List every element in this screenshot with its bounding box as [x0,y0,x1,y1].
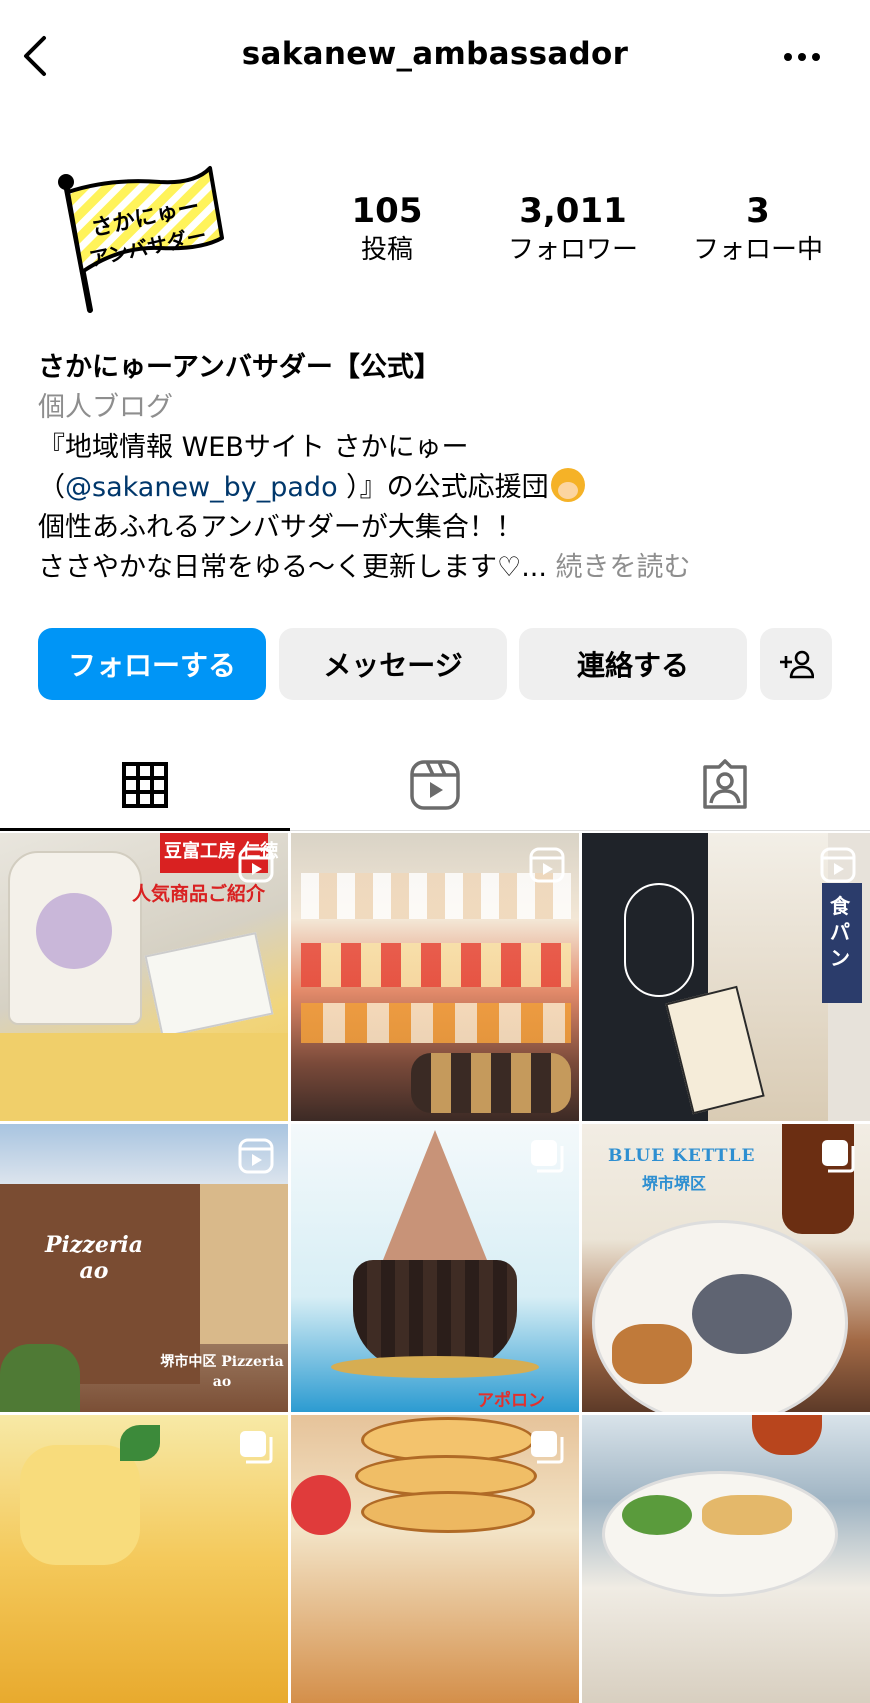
post-tile[interactable] [0,1415,288,1703]
post-tile[interactable] [291,1415,579,1703]
bio-paren-open: （ [38,472,65,503]
carousel-badge-icon [822,1140,855,1173]
posts-count-label: 投稿 [360,235,413,265]
carousel-badge-icon [240,1431,273,1464]
bio-line-text: ささやかな日常をゆる〜く更新します♡... [38,552,547,583]
active-tab-indicator [0,828,290,831]
followers-count-value: 3,011 [519,191,627,231]
profile-avatar[interactable]: さかにゅー アンバサダー [50,160,240,320]
post-caption: 人気商品ご紹介 [132,883,266,905]
tagged-icon [703,759,747,809]
carousel-badge-icon [531,1431,564,1464]
following-count-label: フォロー中 [692,235,823,265]
profile-bio: さかにゅーアンバサダー【公式】 個人ブログ 『地域情報 WEBサイト さかにゅー… [38,348,838,588]
profile-username: sakanew_ambassador [241,36,629,72]
tab-reels[interactable] [290,740,580,830]
reel-badge-icon [820,847,856,883]
follow-button[interactable]: フォローする [38,628,266,700]
post-caption: アポロン [477,1391,545,1411]
tab-tagged[interactable] [580,740,870,830]
tab-divider [290,830,870,831]
post-caption: BLUE KETTLE [608,1146,756,1166]
post-tile[interactable]: 食パン [582,833,870,1121]
tab-posts-grid[interactable] [0,740,290,830]
carousel-badge-icon [531,1140,564,1173]
bio-paren-close: ）』の公式応援団 [337,472,549,503]
post-tile[interactable]: BLUE KETTLE 堺市堺区 [582,1124,870,1412]
reels-icon [410,760,460,810]
followers-count-label: フォロワー [507,235,638,265]
post-caption: 堺市中区 Pizzeria ao [160,1354,284,1390]
followers-count[interactable]: 3,011 フォロワー [488,192,658,268]
read-more-link[interactable]: 続きを読む [547,552,691,583]
post-caption: Pizzeria ao [44,1232,144,1284]
post-tile[interactable] [582,1415,870,1703]
more-options-icon[interactable] [784,50,824,64]
grid-icon [122,762,168,808]
message-button[interactable]: メッセージ [279,628,507,700]
post-tile[interactable]: アポロン [291,1124,579,1412]
contact-button[interactable]: 連絡する [519,628,747,700]
bio-line-last: ささやかな日常をゆる〜く更新します♡... 続きを読む [38,548,838,588]
post-tile[interactable]: Pizzeria ao 堺市中区 Pizzeria ao [0,1124,288,1412]
bio-line: 『地域情報 WEBサイト さかにゅー [38,432,469,463]
add-user-icon [780,650,814,679]
posts-count-value: 105 [351,191,423,231]
post-caption: 堺市堺区 [642,1174,707,1193]
post-caption: 食パン [830,894,850,970]
profile-category: 個人ブログ [38,392,173,423]
post-grid: 豆富工房 仁徳 人気商品ご紹介 食パン Pizzeria ao 堺市中区 Piz… [0,833,870,1703]
posts-count[interactable]: 105 投稿 [302,192,472,268]
person-emoji-icon [550,468,585,502]
post-tile[interactable]: 豆富工房 仁徳 人気商品ご紹介 [0,833,288,1121]
bio-line: 個性あふれるアンバサダーが大集合！！ [38,512,523,543]
following-count[interactable]: 3 フォロー中 [673,192,843,268]
bio-mention-link[interactable]: @sakanew_by_pado [65,472,338,503]
display-name: さかにゅーアンバサダー【公式】 [38,352,441,383]
reel-badge-icon [238,847,274,883]
top-bar: sakanew_ambassador [0,0,870,112]
following-count-value: 3 [746,191,770,231]
add-user-button[interactable] [760,628,832,700]
reel-badge-icon [238,1138,274,1174]
bio-line-mention: （@sakanew_by_pado ）』の公式応援団 [38,468,838,508]
reel-badge-icon [529,847,565,883]
post-tile[interactable] [291,833,579,1121]
